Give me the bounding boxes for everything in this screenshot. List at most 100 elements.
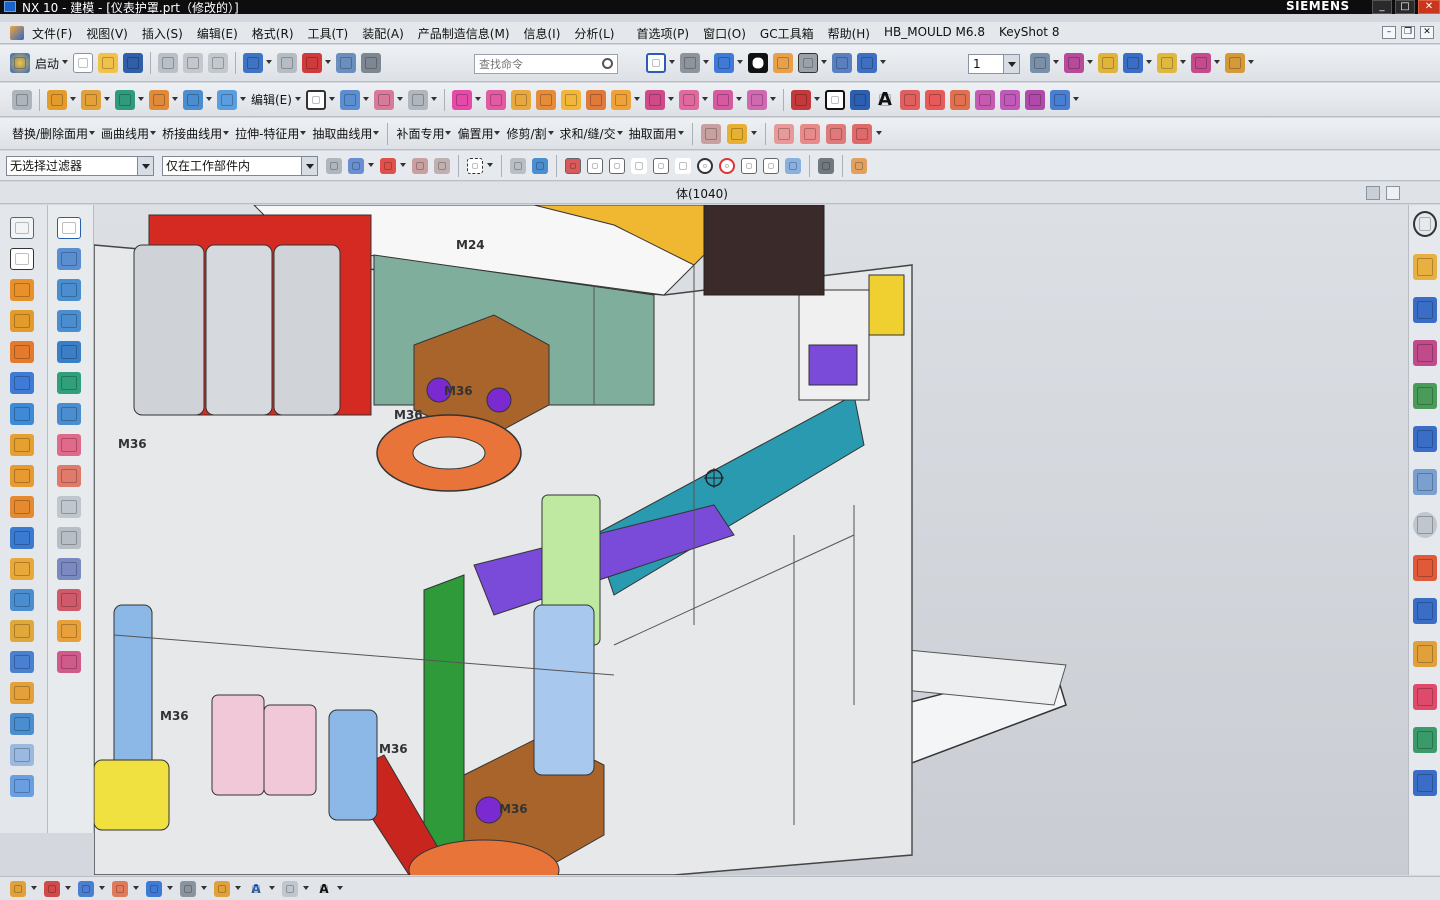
extend-curve-icon[interactable] — [825, 123, 846, 144]
motion-navigator-icon[interactable] — [1413, 727, 1437, 753]
start-icon[interactable] — [10, 53, 30, 73]
snap-point-icon[interactable] — [302, 53, 323, 73]
styled-sweep-icon[interactable] — [57, 651, 81, 673]
extract-curve-menu[interactable]: 抽取曲线用 — [312, 125, 380, 142]
wcs-save-icon[interactable] — [146, 880, 162, 897]
constraint-navigator-icon[interactable] — [1413, 297, 1437, 323]
fit-view-icon[interactable] — [646, 53, 666, 73]
save-icon[interactable] — [123, 53, 144, 73]
patch-side-icon[interactable] — [10, 744, 34, 766]
extract-curve-icon[interactable] — [1024, 89, 1045, 110]
wcs-orient-icon[interactable] — [112, 880, 128, 897]
cylinder-side-icon[interactable] — [10, 403, 34, 425]
trim-body-icon[interactable] — [10, 651, 34, 673]
sketch-icon[interactable] — [12, 89, 32, 110]
intersect-icon[interactable] — [510, 89, 531, 110]
work-layer-select[interactable]: 1 — [968, 54, 1020, 74]
palette-icon[interactable] — [1413, 770, 1437, 796]
extend-sheet-icon[interactable] — [57, 465, 81, 487]
start-dropdown-icon[interactable] — [62, 60, 69, 66]
close-button[interactable]: ✕ — [1418, 0, 1440, 14]
gear-icon[interactable] — [1413, 211, 1437, 237]
command-search-input[interactable] — [475, 55, 593, 73]
intersect-curve-icon[interactable] — [999, 89, 1020, 110]
unite-icon[interactable] — [451, 89, 472, 110]
revolve-side-icon[interactable] — [10, 310, 34, 332]
move-object-icon[interactable] — [336, 53, 357, 73]
studio-surface-icon[interactable] — [57, 372, 81, 394]
chevron-down-icon[interactable] — [137, 157, 153, 175]
redo-icon[interactable] — [277, 53, 298, 73]
snap-midpoint-icon[interactable] — [587, 157, 603, 174]
assembly-icon[interactable] — [361, 53, 382, 73]
offset-face-icon[interactable] — [535, 89, 556, 110]
trim-curve-icon[interactable] — [773, 123, 794, 144]
graphics-window[interactable]: M24 M36 M36 M36 M36 M36 M36 — [94, 205, 1408, 875]
edit-menu-button[interactable]: 编辑(E) — [251, 91, 292, 108]
bridge-surface-icon[interactable] — [57, 620, 81, 642]
select-assembly-icon[interactable] — [348, 157, 364, 174]
wcs-display-icon[interactable] — [180, 880, 196, 897]
text-icon[interactable]: A — [875, 89, 895, 110]
wcs-rotate-icon[interactable] — [78, 880, 94, 897]
ruled-surface-icon[interactable] — [57, 279, 81, 301]
search-text-icon[interactable] — [282, 880, 298, 897]
extrude-feature-menu[interactable]: 拉伸-特征用 — [235, 125, 307, 142]
sweep-side-icon[interactable] — [10, 341, 34, 363]
snap-on-face-icon[interactable] — [785, 157, 801, 174]
trim-sheet-icon[interactable] — [407, 89, 428, 110]
system-scenes-icon[interactable] — [1413, 684, 1437, 710]
minimize-button[interactable]: _ — [1372, 0, 1392, 14]
mdi-minimize-button[interactable]: – — [1382, 26, 1396, 39]
annotation-text-icon[interactable]: A — [248, 881, 264, 897]
menu-file[interactable]: 文件(F) — [32, 25, 72, 42]
shell-side-icon[interactable] — [10, 558, 34, 580]
thicken-side-icon[interactable] — [10, 775, 34, 797]
fillet-curve-icon[interactable] — [899, 89, 920, 110]
type-filter-select[interactable]: 无选择过滤器 — [6, 156, 154, 176]
delete-face-icon[interactable] — [712, 89, 733, 110]
open-folder-icon[interactable] — [98, 53, 119, 73]
undo-icon[interactable] — [243, 53, 264, 73]
copy-icon[interactable] — [183, 53, 204, 73]
boolean-side-icon[interactable] — [10, 527, 34, 549]
sketch-plane-icon[interactable] — [10, 248, 34, 270]
curve-length-icon[interactable] — [851, 123, 872, 144]
revolve-icon[interactable] — [81, 89, 101, 110]
arc-icon[interactable] — [849, 89, 870, 110]
paste-icon[interactable] — [208, 53, 229, 73]
rectangle-select-icon[interactable] — [467, 157, 483, 174]
datum-plane-icon[interactable] — [10, 217, 34, 239]
select-feature-icon[interactable] — [380, 157, 396, 174]
menu-view[interactable]: 视图(V) — [86, 25, 128, 42]
move-face-icon[interactable] — [746, 89, 767, 110]
menu-gc-toolkit[interactable]: GC工具箱 — [760, 25, 814, 42]
mdi-restore-button[interactable]: ❐ — [1401, 26, 1415, 39]
replace-face-icon[interactable] — [678, 89, 699, 110]
section-icon[interactable] — [1123, 53, 1143, 73]
snap-on-curve-icon[interactable] — [763, 157, 779, 174]
part-navigator-icon[interactable] — [1413, 340, 1437, 366]
dimension-icon[interactable] — [1191, 53, 1211, 73]
rectangle-curve-icon[interactable] — [824, 89, 845, 110]
block-icon[interactable] — [149, 89, 169, 110]
snap-existing-point-icon[interactable] — [741, 157, 757, 174]
isoparametric-icon[interactable] — [1049, 89, 1070, 110]
select-hidden-icon[interactable] — [510, 157, 526, 174]
through-mesh-icon[interactable] — [57, 341, 81, 363]
new-file-icon[interactable] — [73, 53, 94, 73]
face-blend-icon[interactable] — [57, 589, 81, 611]
snap-quadrant-icon[interactable] — [719, 157, 735, 174]
history-icon[interactable] — [1413, 512, 1437, 538]
sum-sew-intersect-menu[interactable]: 求和/缝/交 — [560, 125, 623, 142]
snap-intersection-icon[interactable] — [675, 157, 691, 174]
offset-surface-icon[interactable] — [57, 496, 81, 518]
menu-pmi[interactable]: 产品制造信息(M) — [418, 25, 510, 42]
general-filter-icon[interactable] — [326, 157, 342, 174]
menu-information[interactable]: 信息(I) — [524, 25, 561, 42]
distance-icon[interactable] — [1225, 53, 1245, 73]
shaded-view-icon[interactable] — [680, 53, 700, 73]
subtract-icon[interactable] — [485, 89, 506, 110]
menu-hb-mould[interactable]: HB_MOULD M6.8 — [884, 25, 985, 42]
tools-icon[interactable] — [851, 157, 867, 174]
